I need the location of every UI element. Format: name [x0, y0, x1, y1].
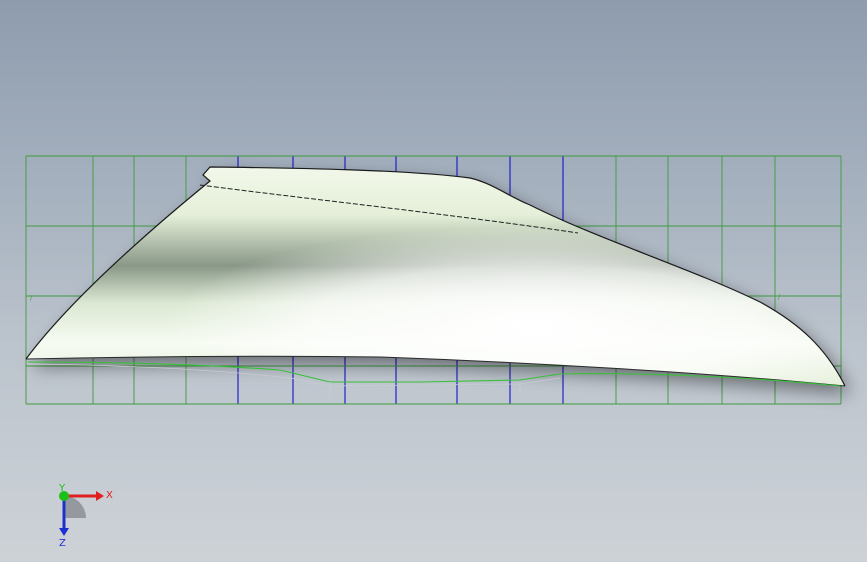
graphics-viewport[interactable]: ∕ ∕ X Y Z — [0, 0, 867, 562]
grid-edge-marker: ∕ — [30, 294, 33, 302]
grid-edge-marker: ∕ — [778, 293, 781, 301]
model-scene[interactable]: ∕ ∕ — [0, 0, 867, 562]
y-axis-label: Y — [58, 483, 66, 494]
z-arrow-head — [59, 528, 69, 536]
x-arrow-head — [96, 491, 104, 501]
orientation-triad: X Y Z — [40, 478, 130, 549]
x-axis-label: X — [106, 490, 113, 501]
z-axis-label: Z — [59, 538, 66, 548]
